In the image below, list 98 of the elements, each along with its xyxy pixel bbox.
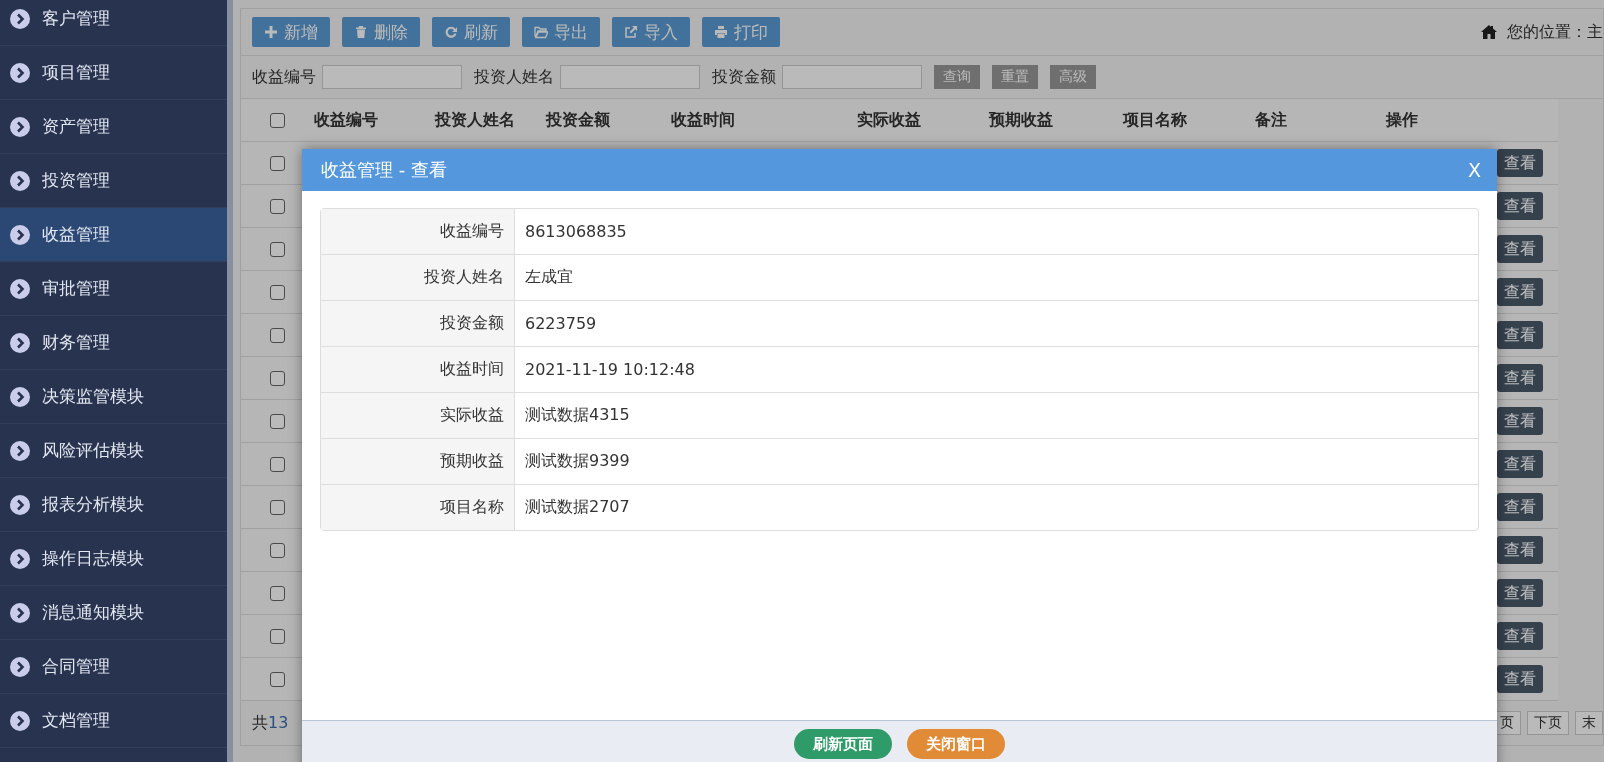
view-button[interactable]: 查看: [1497, 579, 1543, 607]
sidebar-item[interactable]: 资产管理: [0, 100, 227, 154]
view-button[interactable]: 查看: [1497, 149, 1543, 177]
checkbox[interactable]: [270, 542, 285, 558]
view-button[interactable]: 查看: [1497, 536, 1543, 564]
search-field[interactable]: [560, 65, 700, 89]
external-link-icon: [624, 25, 638, 39]
sidebar-item[interactable]: 财务管理: [0, 316, 227, 370]
field-value: 8613068835: [515, 209, 1478, 255]
sidebar-item[interactable]: 报表分析模块: [0, 478, 227, 532]
column-header: 项目名称: [1123, 109, 1187, 129]
sidebar-item[interactable]: 操作日志模块: [0, 532, 227, 586]
sidebar-item[interactable]: 风险评估模块: [0, 424, 227, 478]
field-value: 测试数据4315: [515, 393, 1478, 439]
view-button[interactable]: 查看: [1497, 321, 1543, 349]
sidebar-item[interactable]: 消息通知模块: [0, 586, 227, 640]
trash-icon: [354, 25, 368, 39]
field-label: 收益编号: [252, 66, 316, 88]
checkbox[interactable]: [270, 241, 285, 257]
dialog-title: 收益管理 - 查看: [321, 158, 447, 182]
field-value: 测试数据9399: [515, 439, 1478, 485]
view-button[interactable]: 查看: [1497, 450, 1543, 478]
pagination-button[interactable]: 末: [1575, 711, 1603, 735]
view-button[interactable]: 查看: [1497, 364, 1543, 392]
field-label: 投资人姓名: [474, 66, 554, 88]
search-field[interactable]: [322, 65, 462, 89]
view-button[interactable]: 查看: [1497, 192, 1543, 220]
sidebar-item[interactable]: 合同管理: [0, 640, 227, 694]
checkbox[interactable]: [270, 198, 285, 214]
search-field[interactable]: [782, 65, 922, 89]
view-button[interactable]: 查看: [1497, 493, 1543, 521]
view-button[interactable]: 查看: [1497, 665, 1543, 693]
column-header: 操作: [1386, 109, 1418, 129]
home-icon: [1481, 25, 1497, 39]
chevron-circle-icon: [10, 386, 30, 407]
view-button[interactable]: 查看: [1497, 622, 1543, 650]
sidebar-item[interactable]: 审批管理: [0, 262, 227, 316]
field-value: 左成宜: [515, 255, 1478, 301]
checkbox[interactable]: [270, 413, 285, 429]
chevron-circle-icon: [10, 224, 30, 245]
total-text: 共13: [252, 712, 289, 734]
chevron-circle-icon: [10, 170, 30, 191]
view-button[interactable]: 查看: [1497, 407, 1543, 435]
checkbox[interactable]: [270, 155, 285, 171]
toolbar-button[interactable]: 打印: [702, 17, 780, 47]
printer-icon: [714, 25, 728, 39]
chevron-circle-icon: [10, 548, 30, 569]
sidebar-item[interactable]: 项目管理: [0, 46, 227, 100]
field-label: 项目名称: [321, 485, 515, 530]
column-header: 投资人姓名: [435, 109, 515, 129]
field-label: 实际收益: [321, 393, 515, 439]
field-label: 收益编号: [321, 209, 515, 255]
chevron-circle-icon: [10, 440, 30, 461]
column-header: 投资金额: [546, 109, 610, 129]
chevron-circle-icon: [10, 602, 30, 623]
checkbox[interactable]: [270, 112, 285, 128]
field-value: 2021-11-19 10:12:48: [515, 347, 1478, 393]
column-header: 备注: [1255, 109, 1287, 129]
checkbox[interactable]: [270, 628, 285, 644]
close-button[interactable]: X: [1467, 159, 1481, 181]
pagination-button[interactable]: 下页: [1527, 711, 1569, 735]
chevron-circle-icon: [10, 494, 30, 515]
checkbox[interactable]: [270, 284, 285, 300]
chevron-circle-icon: [10, 8, 30, 29]
breadcrumb-text: 您的位置：主: [1507, 21, 1603, 43]
field-label: 投资金额: [321, 301, 515, 347]
column-header: 收益时间: [671, 109, 735, 129]
column-header: 预期收益: [989, 109, 1053, 129]
sidebar-item[interactable]: 客户管理: [0, 0, 227, 46]
chevron-circle-icon: [10, 62, 30, 83]
field-label: 投资人姓名: [321, 255, 515, 301]
sidebar-item[interactable]: 收益管理: [0, 208, 227, 262]
sidebar-item[interactable]: 文档管理: [0, 694, 227, 748]
view-button[interactable]: 查看: [1497, 278, 1543, 306]
folder-icon: [534, 25, 548, 39]
chevron-circle-icon: [10, 332, 30, 353]
plus-icon: [264, 25, 278, 39]
chevron-circle-icon: [10, 656, 30, 677]
chevron-circle-icon: [10, 278, 30, 299]
field-label: 收益时间: [321, 347, 515, 393]
refresh-icon: [444, 25, 458, 39]
checkbox[interactable]: [270, 370, 285, 386]
checkbox[interactable]: [270, 456, 285, 472]
chevron-circle-icon: [10, 710, 30, 731]
checkbox[interactable]: [270, 671, 285, 687]
checkbox[interactable]: [270, 327, 285, 343]
field-label: 投资金额: [712, 66, 776, 88]
dialog-button[interactable]: 刷新页面: [794, 729, 892, 759]
checkbox[interactable]: [270, 499, 285, 515]
field-label: 预期收益: [321, 439, 515, 485]
field-value: 测试数据2707: [524, 496, 631, 518]
sidebar-item[interactable]: 决策监管模块: [0, 370, 227, 424]
column-header: 收益编号: [314, 109, 378, 129]
field-value: 6223759: [515, 301, 1478, 347]
column-header: 实际收益: [857, 109, 921, 129]
chevron-circle-icon: [10, 116, 30, 137]
checkbox[interactable]: [270, 585, 285, 601]
view-button[interactable]: 查看: [1497, 235, 1543, 263]
